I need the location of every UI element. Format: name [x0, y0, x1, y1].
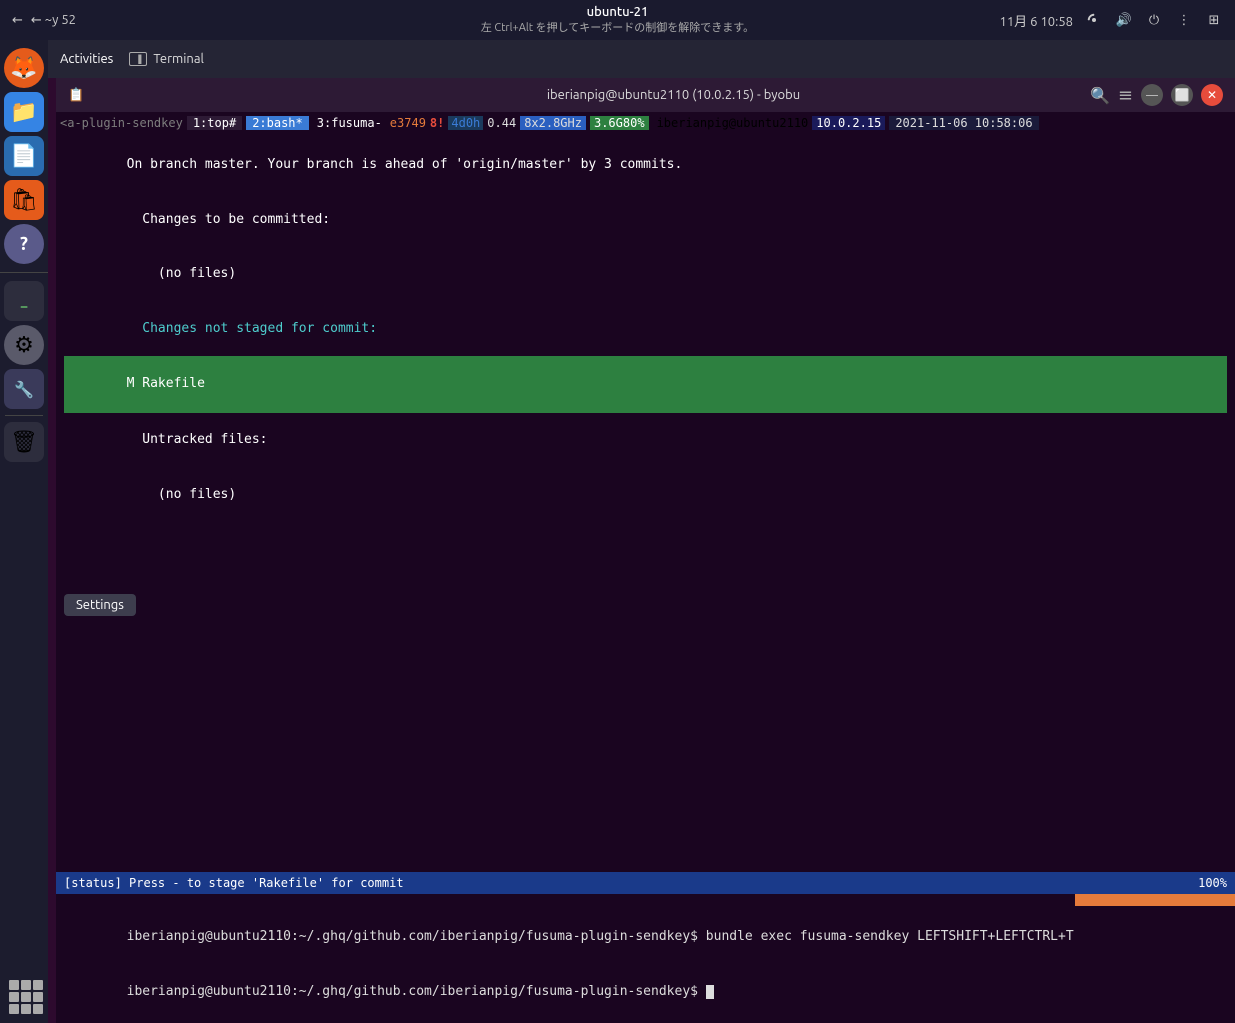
terminal-window: 📋 iberianpig@ubuntu2110 (10.0.2.15) - by… [56, 78, 1235, 1023]
terminal-maximize-button[interactable]: ⬜ [1171, 84, 1193, 106]
dock-help[interactable]: ? [4, 224, 44, 264]
term-line-changes-committed: Changes to be committed: [64, 193, 1227, 248]
term-line-no-files-1: (no files) [64, 247, 1227, 302]
datetime: 11月 6 10:58 [1000, 11, 1073, 30]
byobu-mem: 3.6G80% [590, 116, 649, 130]
dock-software[interactable]: 🛍 [4, 180, 44, 220]
status-text: [status] Press - to stage 'Rakefile' for… [64, 876, 404, 890]
expand-icon[interactable]: ⊞ [1205, 11, 1223, 29]
cmd2-text: iberianpig@ubuntu2110:~/.ghq/github.com/… [127, 984, 706, 999]
changes-staged-text: Changes not staged for commit: [127, 321, 377, 336]
untracked-text: Untracked files: [127, 432, 268, 447]
dock-writer[interactable]: 📄 [4, 136, 44, 176]
status-percent: 100% [1198, 876, 1227, 890]
byobu-status-top: <a-plugin-sendkey 1:top# 2:bash* 3:fusum… [56, 112, 1235, 134]
term-line-untracked: Untracked files: [64, 413, 1227, 468]
dock-divider [0, 272, 48, 273]
byobu-excl: 8! [430, 116, 444, 130]
terminal-scroll-area[interactable]: On branch master. Your branch is ahead o… [56, 134, 1235, 872]
terminal-menu-icon[interactable]: ≡ [1118, 85, 1133, 106]
terminal-title: iberianpig@ubuntu2110 (10.0.2.15) - byob… [547, 88, 800, 102]
dock-settings[interactable]: ⚙ [4, 325, 44, 365]
byobu-datetime: 2021-11-06 10:58:06 [889, 116, 1038, 130]
power-icon[interactable]: ⏻ [1145, 11, 1163, 29]
dock-terminal[interactable]: _ [4, 281, 44, 321]
dock-firefox[interactable]: 🦊 [4, 48, 44, 88]
dock-divider2 [5, 415, 43, 416]
cmd1-text: iberianpig@ubuntu2110:~/.ghq/github.com/… [127, 929, 1074, 944]
window-title: ubuntu-21 [587, 5, 649, 19]
terminal-nav-icon: ▐ [129, 52, 147, 66]
terminal-bottom-commands: iberianpig@ubuntu2110:~/.ghq/github.com/… [56, 906, 1235, 1023]
byobu-plugin: <a-plugin-sendkey [60, 116, 183, 130]
byobu-fusuma: 3:fusuma- [313, 116, 386, 130]
changes-committed-text: Changes to be committed: [127, 212, 331, 227]
term-line-changes-staged: Changes not staged for commit: [64, 302, 1227, 357]
byobu-bash: 2:bash* [246, 116, 309, 130]
term-cmd2: iberianpig@ubuntu2110:~/.ghq/github.com/… [64, 964, 1227, 1019]
terminal-nav-label: Terminal [153, 52, 204, 66]
system-bar-left: ← ← ~y 52 [12, 13, 76, 28]
terminal-minimize-button[interactable]: — [1141, 84, 1163, 106]
sound-icon[interactable]: 🔊 [1115, 11, 1133, 29]
system-bar: ← ← ~y 52 ubuntu-21 左 Ctrl+Alt を押してキーボード… [0, 0, 1235, 40]
system-bar-center: ubuntu-21 左 Ctrl+Alt を押してキーボードの制御を解除できます… [481, 5, 754, 35]
byobu-cpu: 8x2.8GHz [520, 116, 586, 130]
byobu-ip: 10.0.2.15 [812, 116, 885, 130]
term-line-branch: On branch master. Your branch is ahead o… [64, 138, 1227, 193]
branch-text: On branch master. Your branch is ahead o… [127, 157, 683, 172]
back-arrow-icon[interactable]: ← [12, 13, 23, 28]
term-cmd1: iberianpig@ubuntu2110:~/.ghq/github.com/… [64, 910, 1227, 965]
system-bar-right: 11月 6 10:58 🔊 ⏻ ⋮ ⊞ [1000, 11, 1223, 30]
terminal-nav-item[interactable]: ▐ Terminal [129, 52, 204, 66]
byobu-e3749: e3749 [390, 116, 426, 130]
dock-tweaks[interactable]: 🔧 [4, 369, 44, 409]
dock-files[interactable]: 📁 [4, 92, 44, 132]
terminal-cursor [706, 985, 714, 999]
no-files-2-text: (no files) [127, 487, 237, 502]
terminal-titlebar-right: 🔍 ≡ — ⬜ ✕ [1090, 84, 1223, 106]
activities-button[interactable]: Activities [60, 52, 113, 66]
byobu-hostname: iberianpig@ubuntu2110 [657, 116, 809, 130]
settings-tooltip: Settings [64, 594, 136, 616]
progress-bar-fill [1075, 894, 1235, 906]
dock-apps-button[interactable] [4, 975, 44, 1015]
nav-bar: Activities ▐ Terminal [48, 40, 1235, 78]
terminal-content: On branch master. Your branch is ahead o… [56, 134, 1235, 1023]
progress-bar-container [56, 894, 1235, 906]
left-dock: 🦊 📁 📄 🛍 ? _ ⚙ 🔧 🗑 [0, 40, 48, 1023]
terminal-search-icon[interactable]: 🔍 [1090, 86, 1110, 105]
term-line-no-files-2: (no files) [64, 467, 1227, 522]
workspace-indicator: ← ~y 52 [31, 13, 76, 28]
dock-trash[interactable]: 🗑 [4, 422, 44, 462]
network-icon[interactable] [1085, 11, 1103, 29]
more-icon[interactable]: ⋮ [1175, 11, 1193, 29]
terminal-titlebar: 📋 iberianpig@ubuntu2110 (10.0.2.15) - by… [56, 78, 1235, 112]
status-bar: [status] Press - to stage 'Rakefile' for… [56, 872, 1235, 894]
rakefile-text: M Rakefile [127, 376, 205, 391]
byobu-pane1: 1:top# [187, 116, 242, 130]
no-files-1-text: (no files) [127, 266, 237, 281]
terminal-close-button[interactable]: ✕ [1201, 84, 1223, 106]
term-line-rakefile: M Rakefile [64, 356, 1227, 413]
byobu-load: 0.44 [487, 116, 516, 130]
capture-hint: 左 Ctrl+Alt を押してキーボードの制御を解除できます。 [481, 19, 754, 35]
byobu-icon: 📋 [68, 88, 84, 103]
byobu-uptime: 4d0h [448, 116, 483, 130]
